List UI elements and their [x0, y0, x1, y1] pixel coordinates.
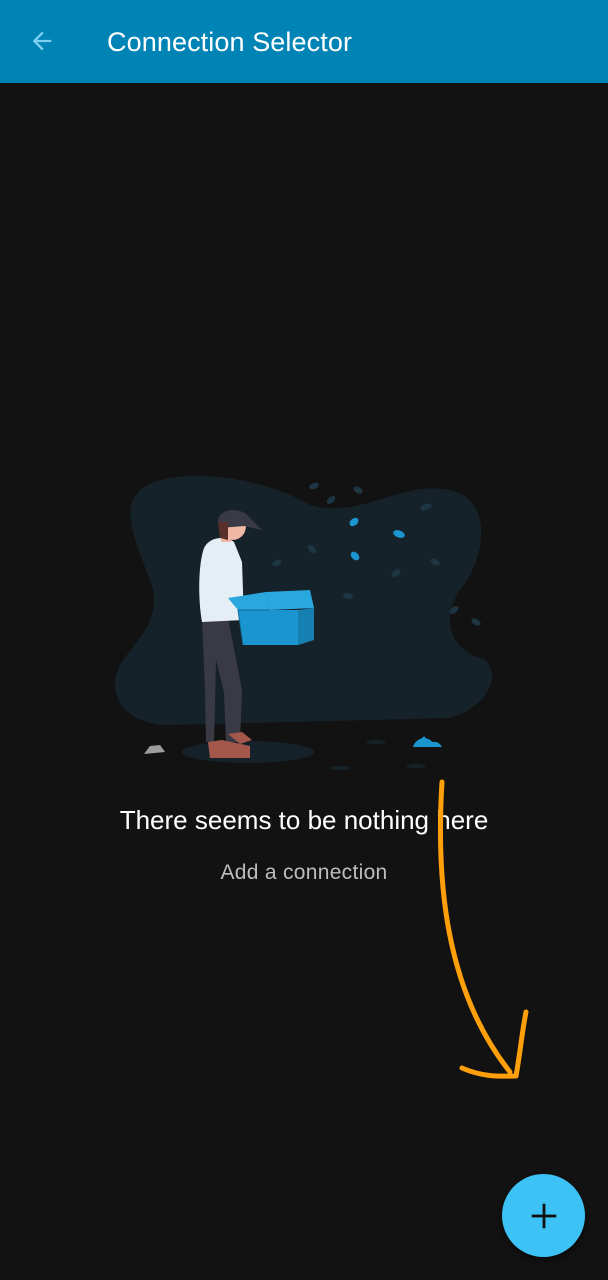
app-bar: Connection Selector: [0, 0, 608, 83]
back-button[interactable]: [18, 17, 66, 65]
page-title: Connection Selector: [107, 27, 353, 57]
add-connection-button[interactable]: [502, 1174, 585, 1257]
arrow-left-icon: [32, 31, 52, 51]
connection-selector-screen: Connection Selector There seems to be no…: [0, 0, 608, 1280]
empty-box-illustration: [115, 475, 493, 770]
hand-drawn-arrow-icon: [437, 779, 529, 1079]
plus-icon: [531, 1203, 556, 1228]
